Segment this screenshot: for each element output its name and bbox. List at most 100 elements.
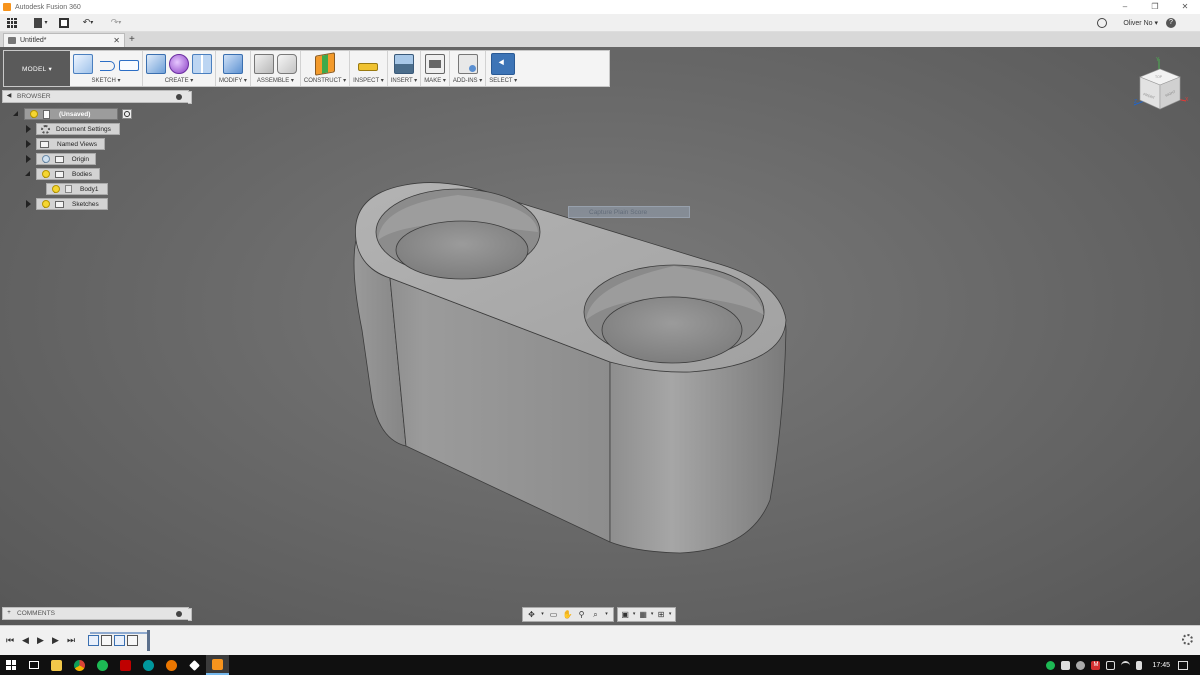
display-dropdown[interactable]: ▾ [632, 609, 636, 620]
network-tray-icon[interactable] [1106, 660, 1116, 670]
last-icon[interactable]: ⏭ [67, 634, 75, 646]
expand-toggle-icon[interactable] [24, 140, 32, 148]
mirror-icon[interactable] [192, 54, 212, 74]
filezilla-button[interactable] [114, 655, 137, 675]
scripts-addins-icon[interactable] [457, 54, 478, 74]
expand-toggle-icon[interactable] [24, 170, 32, 178]
previous-icon[interactable]: ◀ [22, 634, 29, 646]
pan-icon[interactable]: ✋ [562, 609, 573, 620]
sketch-feature-icon[interactable] [88, 634, 99, 646]
named-views-node[interactable]: Named Views [36, 138, 105, 150]
select-menu[interactable]: SELECT ▾ [489, 77, 517, 86]
zoom-icon[interactable]: ⚲ [576, 609, 587, 620]
wifi-tray-icon[interactable] [1121, 660, 1131, 670]
extrude-feature-icon[interactable] [101, 634, 112, 646]
spotify-tray-icon[interactable] [1046, 660, 1056, 670]
expand-toggle-icon[interactable] [24, 125, 32, 133]
display-settings-icon[interactable]: ▣ [621, 609, 629, 620]
fit-icon[interactable]: ⌕ [590, 609, 601, 620]
expand-toggle-icon[interactable] [24, 200, 32, 208]
visibility-bulb-icon[interactable] [51, 184, 60, 194]
tree-row-document-settings[interactable]: Document Settings [24, 123, 120, 135]
task-view-button[interactable] [22, 655, 45, 675]
orbit-dropdown[interactable]: ▾ [540, 609, 545, 620]
chrome-button[interactable] [68, 655, 91, 675]
sketch-feature-icon[interactable] [114, 634, 125, 646]
timeline-marker[interactable] [147, 630, 150, 651]
sync-tray-icon[interactable] [1076, 660, 1086, 670]
pin-icon[interactable] [176, 611, 182, 617]
viewports-dropdown[interactable]: ▾ [668, 609, 672, 620]
workspace-switcher[interactable]: MODEL ▾ [4, 51, 70, 86]
assemble-menu[interactable]: ASSEMBLE ▾ [257, 77, 294, 86]
pin-icon[interactable] [176, 94, 182, 100]
line-tool-icon[interactable] [96, 54, 116, 74]
visibility-bulb-icon[interactable] [41, 199, 50, 209]
file-explorer-button[interactable] [45, 655, 68, 675]
extrude-icon[interactable] [146, 54, 166, 74]
zoom-dropdown[interactable]: ▾ [604, 609, 609, 620]
visibility-bulb-icon[interactable] [29, 109, 38, 119]
origin-node[interactable]: Origin [36, 153, 96, 165]
dropbox-tray-icon[interactable] [1061, 660, 1071, 670]
make-menu[interactable]: MAKE ▾ [424, 77, 446, 86]
fusion360-button[interactable] [206, 655, 229, 675]
spotify-button[interactable] [91, 655, 114, 675]
arduino-button[interactable] [137, 655, 160, 675]
mail-tray-icon[interactable]: M [1091, 660, 1101, 670]
tree-row-bodies[interactable]: Bodies [24, 168, 100, 180]
collapse-browser-button[interactable]: ◀ [3, 91, 15, 102]
extrude-feature-icon[interactable] [127, 634, 138, 646]
measure-icon[interactable] [358, 63, 379, 71]
select-icon[interactable] [491, 53, 516, 75]
3d-print-icon[interactable] [425, 54, 446, 74]
tree-row-body1[interactable]: Body1 [46, 183, 108, 195]
bodies-node[interactable]: Bodies [36, 168, 100, 180]
orbit-icon[interactable]: ✥ [526, 609, 537, 620]
look-at-icon[interactable]: ▭ [548, 609, 559, 620]
offset-plane-icon[interactable] [315, 52, 336, 76]
create-menu[interactable]: CREATE ▾ [165, 77, 194, 86]
next-icon[interactable]: ▶ [52, 634, 59, 646]
first-icon[interactable]: ⏮ [6, 634, 14, 646]
grid-icon[interactable]: ▦ [639, 609, 647, 620]
view-cube[interactable]: Y X Z TOP FRONT RIGHT [1130, 55, 1192, 117]
modify-menu[interactable]: MODIFY ▾ [219, 77, 247, 86]
body1-node[interactable]: Body1 [46, 183, 108, 195]
notification-center-icon[interactable] [1178, 660, 1188, 670]
volume-tray-icon[interactable] [1136, 660, 1143, 670]
stop-sketch-icon[interactable] [119, 60, 139, 71]
expand-toggle-icon[interactable] [24, 155, 32, 163]
form-icon[interactable] [169, 54, 189, 74]
root-component-node[interactable]: (Unsaved) [24, 108, 118, 120]
add-comment-button[interactable]: + [3, 608, 15, 619]
document-settings-node[interactable]: Document Settings [36, 123, 120, 135]
visibility-bulb-icon[interactable] [41, 154, 50, 164]
clock[interactable]: 17:45 [1152, 662, 1170, 669]
tree-row-sketches[interactable]: Sketches [24, 198, 108, 210]
inkscape-button[interactable] [183, 655, 206, 675]
sketches-node[interactable]: Sketches [36, 198, 108, 210]
expand-toggle-icon[interactable] [12, 110, 20, 118]
sketch-menu[interactable]: SKETCH ▾ [91, 77, 120, 86]
canvas-image-icon[interactable] [393, 54, 414, 74]
insert-menu[interactable]: INSERT ▾ [391, 77, 417, 86]
addins-menu[interactable]: ADD-INS ▾ [453, 77, 482, 86]
play-icon[interactable]: ▶ [37, 634, 44, 646]
joint-icon[interactable] [276, 54, 297, 74]
blender-button[interactable] [160, 655, 183, 675]
new-component-icon[interactable] [253, 54, 274, 74]
inspect-menu[interactable]: INSPECT ▾ [353, 77, 384, 86]
settings-icon[interactable] [1182, 634, 1193, 645]
tree-row-root[interactable]: (Unsaved) [12, 108, 132, 120]
create-sketch-icon[interactable] [73, 54, 93, 74]
activate-radio-icon[interactable] [122, 109, 132, 119]
press-pull-icon[interactable] [222, 54, 243, 74]
visibility-bulb-icon[interactable] [41, 169, 50, 179]
start-button[interactable] [0, 655, 22, 675]
tree-row-named-views[interactable]: Named Views [24, 138, 105, 150]
construct-menu[interactable]: CONSTRUCT ▾ [304, 77, 346, 86]
viewports-icon[interactable]: ⊞ [657, 609, 665, 620]
tree-row-origin[interactable]: Origin [24, 153, 96, 165]
grid-dropdown[interactable]: ▾ [650, 609, 654, 620]
